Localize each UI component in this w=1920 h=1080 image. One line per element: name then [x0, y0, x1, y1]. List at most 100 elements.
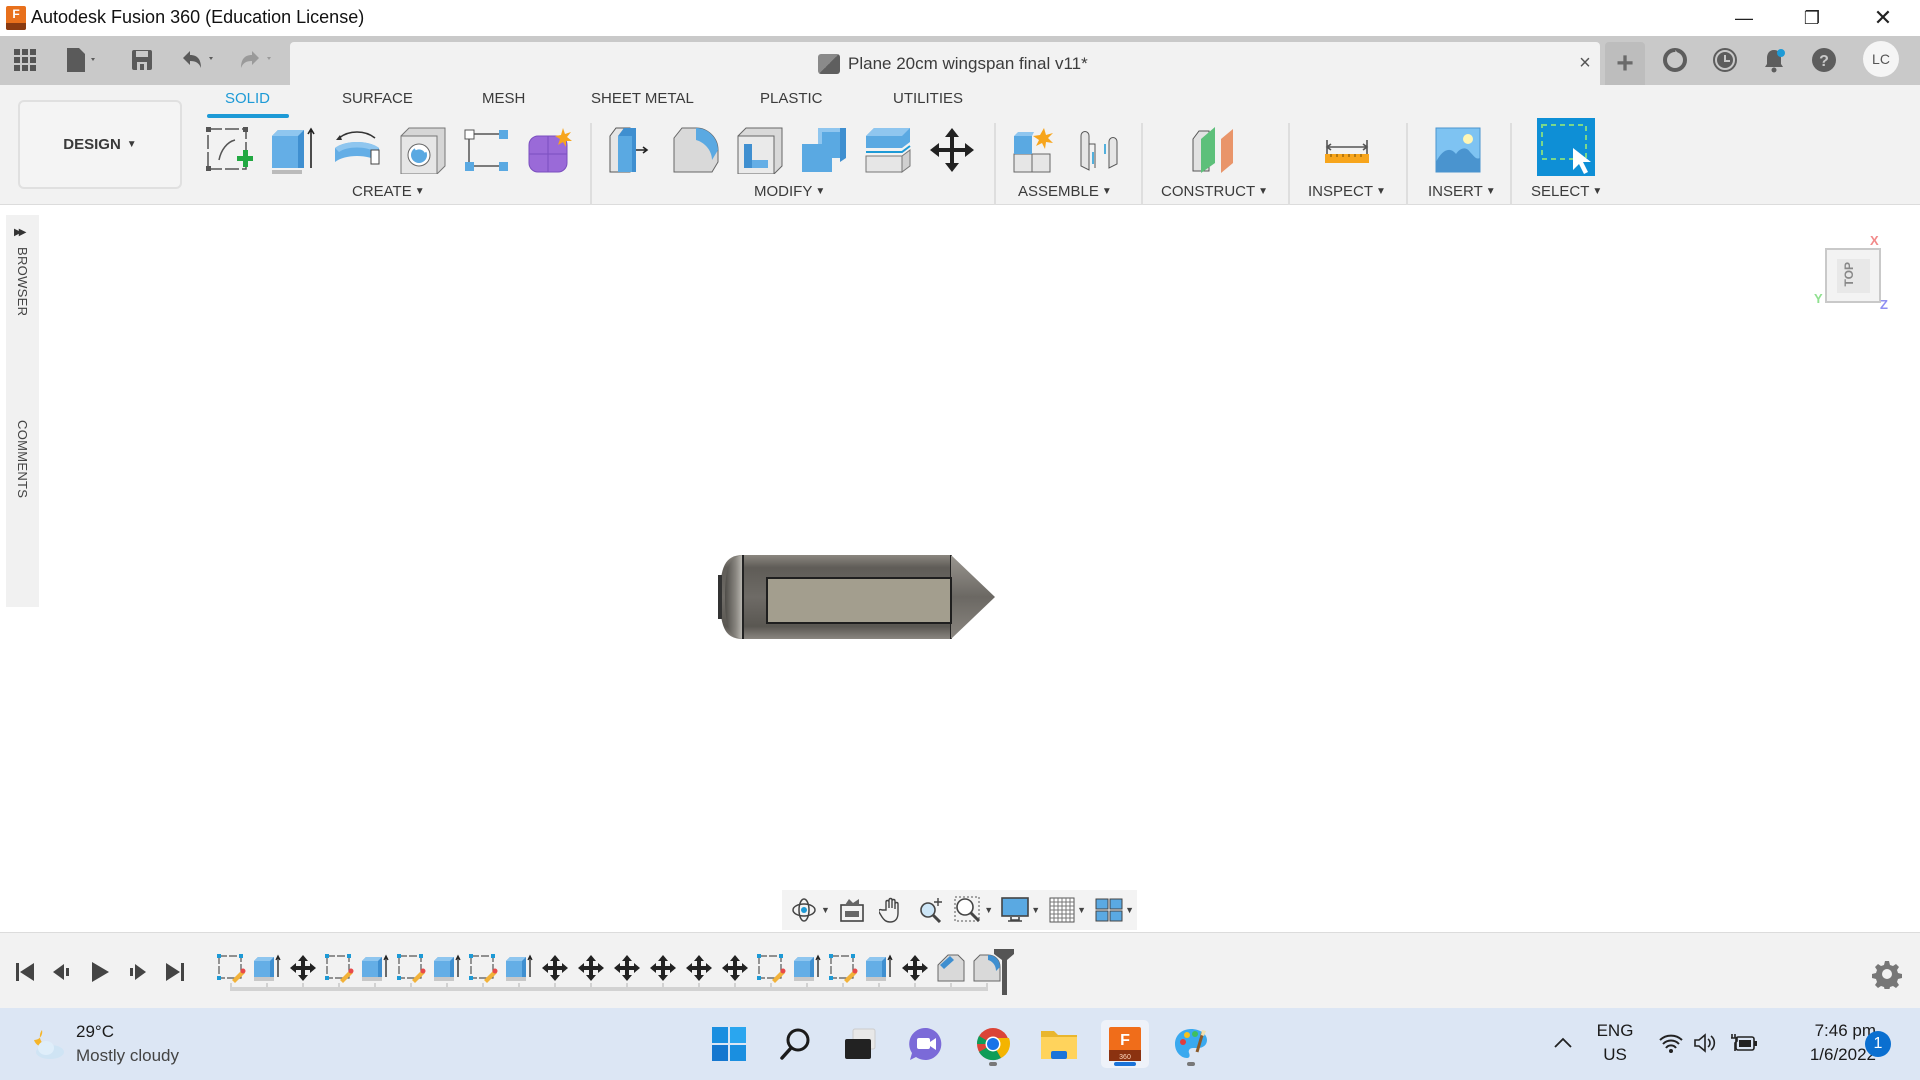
weather-widget[interactable]	[28, 1026, 68, 1067]
timeline-feature-chamfer[interactable]	[935, 951, 967, 985]
construct-menu[interactable]: CONSTRUCT ▼	[1161, 183, 1268, 200]
timeline-feature-move[interactable]	[899, 951, 931, 985]
timeline-feature-extrude[interactable]	[791, 951, 823, 985]
timeline-feature-extrude[interactable]	[431, 951, 463, 985]
start-button[interactable]	[705, 1020, 753, 1068]
workspace-switcher[interactable]: DESIGN ▼	[18, 100, 182, 189]
viewcube[interactable]: TOP	[1825, 248, 1881, 303]
timeline-previous-button[interactable]	[45, 955, 79, 989]
combine-tool[interactable]	[797, 123, 851, 177]
timeline-feature-sketch[interactable]	[395, 951, 427, 985]
move-copy-tool[interactable]	[925, 123, 979, 177]
timeline-last-button[interactable]	[158, 955, 192, 989]
revolve-tool[interactable]	[330, 123, 384, 177]
timeline-feature-move[interactable]	[539, 951, 571, 985]
tab-sheet-metal[interactable]: SHEET METAL	[591, 90, 694, 107]
insert-menu[interactable]: INSERT ▼	[1428, 183, 1496, 200]
fillet-tool[interactable]	[669, 123, 723, 177]
timeline-feature-extrude[interactable]	[251, 951, 283, 985]
fit-button[interactable]: ▼	[951, 893, 996, 927]
document-tab[interactable]: Plane 20cm wingspan final v11* ×	[290, 42, 1600, 85]
undo-button[interactable]	[178, 44, 224, 76]
viewports-button[interactable]: ▼	[1092, 893, 1137, 927]
offset-face-tool[interactable]	[861, 123, 915, 177]
search-button[interactable]	[771, 1020, 819, 1068]
fusion-360-taskbar-button[interactable]: F 360	[1101, 1020, 1149, 1068]
tab-mesh[interactable]: MESH	[482, 90, 525, 107]
job-status-button[interactable]	[1705, 42, 1745, 78]
timeline-feature-move[interactable]	[287, 951, 319, 985]
model-body[interactable]	[715, 547, 1000, 647]
grid-snaps-button[interactable]: ▼	[1045, 893, 1090, 927]
expand-browser-button[interactable]: ▶▶	[14, 227, 27, 238]
measure-tool[interactable]	[1320, 123, 1374, 177]
input-language-indicator[interactable]: ENG US	[1593, 1019, 1637, 1067]
help-button[interactable]: ?	[1804, 42, 1844, 78]
pattern-tool[interactable]	[460, 123, 514, 177]
look-at-button[interactable]	[834, 893, 871, 927]
timeline-settings-gear-icon[interactable]	[1872, 959, 1902, 989]
timeline-next-button[interactable]	[120, 955, 154, 989]
chrome-button[interactable]	[969, 1020, 1017, 1068]
orbit-button[interactable]: ▼	[787, 893, 832, 927]
timeline-feature-extrude[interactable]	[359, 951, 391, 985]
browser-panel-toggle[interactable]: BROWSER	[15, 247, 30, 316]
notifications-button[interactable]	[1754, 42, 1794, 78]
timeline-first-button[interactable]	[8, 955, 42, 989]
task-view-button[interactable]	[836, 1020, 884, 1068]
zoom-button[interactable]	[912, 893, 949, 927]
timeline-feature-sketch[interactable]	[215, 951, 247, 985]
timeline-play-button[interactable]	[83, 955, 117, 989]
create-form-tool[interactable]	[524, 123, 578, 177]
tray-overflow-button[interactable]	[1552, 1032, 1574, 1059]
shell-tool[interactable]	[733, 123, 787, 177]
assemble-menu[interactable]: ASSEMBLE ▼	[1018, 183, 1112, 200]
battery-button[interactable]	[1730, 1032, 1758, 1059]
timeline-feature-extrude[interactable]	[503, 951, 535, 985]
data-panel-button[interactable]	[10, 44, 40, 76]
clock[interactable]: 7:46 pm 1/6/2022	[1776, 1019, 1876, 1067]
timeline-feature-move[interactable]	[575, 951, 607, 985]
inspect-menu[interactable]: INSPECT ▼	[1308, 183, 1386, 200]
timeline-feature-sketch[interactable]	[467, 951, 499, 985]
timeline-feature-move[interactable]	[683, 951, 715, 985]
save-button[interactable]	[128, 44, 156, 76]
volume-button[interactable]	[1693, 1032, 1719, 1059]
tab-utilities[interactable]: UTILITIES	[893, 90, 963, 107]
offset-plane-tool[interactable]	[1188, 123, 1242, 177]
tab-solid[interactable]: SOLID	[225, 90, 270, 107]
display-settings-button[interactable]: ▼	[998, 893, 1043, 927]
press-pull-tool[interactable]	[605, 123, 659, 177]
notification-badge[interactable]: 1	[1865, 1031, 1891, 1057]
insert-image-tool[interactable]	[1431, 123, 1485, 177]
pan-button[interactable]	[873, 893, 910, 927]
timeline-feature-sketch[interactable]	[323, 951, 355, 985]
timeline-feature-move[interactable]	[647, 951, 679, 985]
user-avatar[interactable]: LC	[1863, 41, 1899, 77]
create-menu[interactable]: CREATE ▼	[352, 183, 425, 200]
teams-chat-button[interactable]	[902, 1020, 950, 1068]
extensions-button[interactable]	[1655, 42, 1695, 78]
file-explorer-button[interactable]	[1035, 1020, 1083, 1068]
select-menu[interactable]: SELECT ▼	[1531, 183, 1602, 200]
hole-tool[interactable]	[396, 123, 450, 177]
tab-plastic[interactable]: PLASTIC	[760, 90, 823, 107]
close-document-button[interactable]: ×	[1572, 50, 1598, 76]
minimize-button[interactable]: —	[1709, 0, 1779, 36]
close-window-button[interactable]: ✕	[1848, 0, 1918, 36]
timeline-feature-move[interactable]	[611, 951, 643, 985]
3d-viewport[interactable]: ▶▶ BROWSER COMMENTS TOP X Y Z ▼ ▼ ▼ ▼ ▼	[0, 205, 1920, 932]
timeline-feature-move[interactable]	[719, 951, 751, 985]
paint-button[interactable]	[1167, 1020, 1215, 1068]
select-tool[interactable]	[1537, 118, 1595, 176]
timeline-marker[interactable]	[993, 947, 1015, 997]
new-component-tool[interactable]	[1007, 123, 1061, 177]
comments-panel-toggle[interactable]: COMMENTS	[15, 420, 30, 498]
create-sketch-tool[interactable]	[202, 123, 256, 177]
timeline-feature-sketch[interactable]	[755, 951, 787, 985]
tab-surface[interactable]: SURFACE	[342, 90, 413, 107]
file-menu-button[interactable]	[60, 44, 104, 76]
timeline-feature-extrude[interactable]	[863, 951, 895, 985]
new-tab-button[interactable]: +	[1605, 42, 1645, 85]
network-button[interactable]	[1658, 1032, 1684, 1059]
